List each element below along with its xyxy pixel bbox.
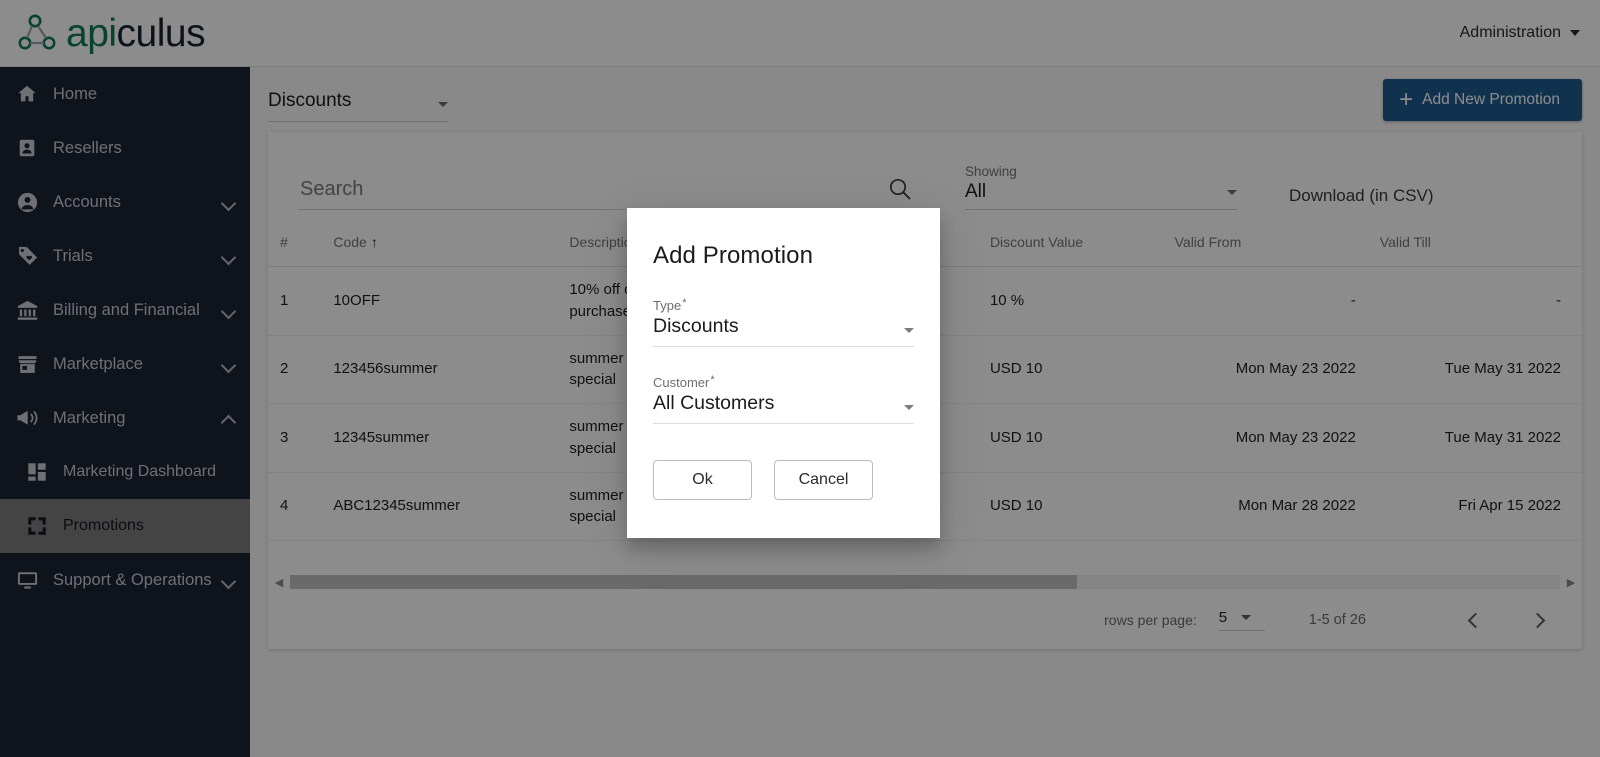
- customer-field-label: Customer *: [653, 374, 914, 391]
- chevron-down-icon: [904, 328, 914, 333]
- customer-select[interactable]: All Customers: [653, 392, 914, 424]
- app-root: apiculus Administration Home Resellers Acc…: [0, 0, 1600, 757]
- add-promotion-dialog: Add Promotion Type * Discounts Customer …: [627, 208, 940, 538]
- dialog-title: Add Promotion: [653, 242, 814, 269]
- required-asterisk: *: [682, 297, 687, 309]
- customer-field-label-text: Customer: [653, 375, 710, 390]
- type-field: Type * Discounts: [653, 298, 914, 347]
- type-select-value: Discounts: [653, 315, 739, 337]
- required-asterisk: *: [710, 374, 715, 386]
- dialog-actions: Ok Cancel: [653, 460, 914, 500]
- ok-button[interactable]: Ok: [653, 460, 752, 500]
- type-field-label-text: Type: [653, 298, 682, 313]
- chevron-down-icon: [904, 405, 914, 410]
- type-select[interactable]: Discounts: [653, 315, 914, 347]
- customer-field: Customer * All Customers: [653, 375, 914, 424]
- type-field-label: Type *: [653, 297, 914, 314]
- customer-select-value: All Customers: [653, 392, 775, 414]
- cancel-button[interactable]: Cancel: [774, 460, 873, 500]
